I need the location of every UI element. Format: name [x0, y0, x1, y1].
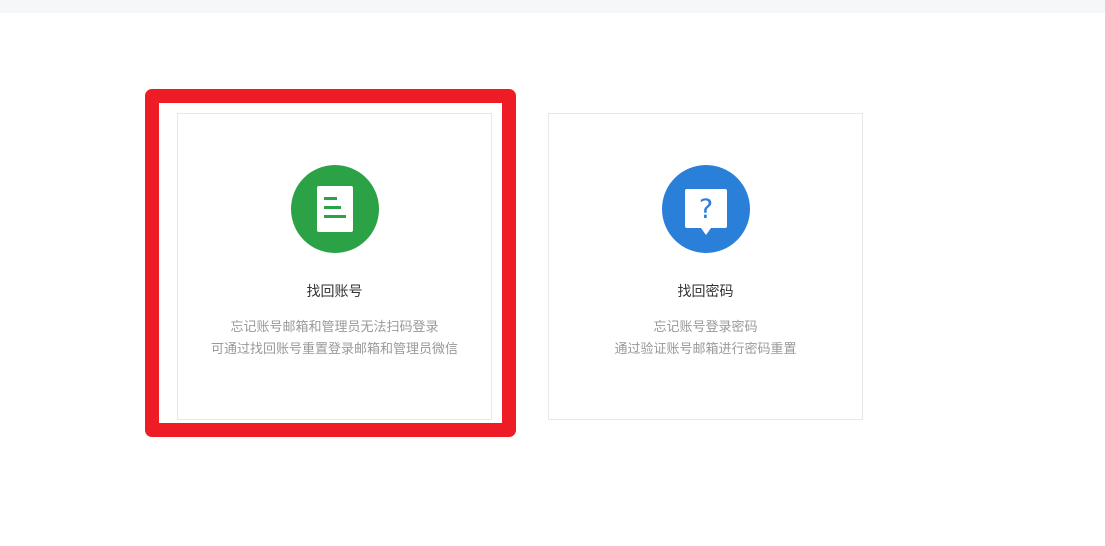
svg-text:?: ?: [698, 194, 712, 225]
card-description-line: 忘记账号登录密码: [653, 320, 758, 335]
card-title: 找回密码: [677, 284, 734, 300]
recover-password-card[interactable]: ? 找回密码 忘记账号登录密码 通过验证账号邮箱进行密码重置: [548, 113, 863, 420]
card-description: 忘记账号登录密码 通过验证账号邮箱进行密码重置: [549, 317, 862, 361]
recover-account-card[interactable]: 找回账号 忘记账号邮箱和管理员无法扫码登录 可通过找回账号重置登录邮箱和管理员微…: [177, 113, 492, 420]
card-description-line: 忘记账号邮箱和管理员无法扫码登录: [230, 320, 439, 335]
top-bar: [0, 0, 1105, 13]
question-bubble-icon: ?: [661, 165, 750, 253]
card-description-line: 可通过找回账号重置登录邮箱和管理员微信: [210, 342, 458, 357]
card-title: 找回账号: [306, 284, 363, 300]
card-description: 忘记账号邮箱和管理员无法扫码登录 可通过找回账号重置登录邮箱和管理员微信: [178, 317, 491, 361]
document-list-icon: [290, 165, 379, 253]
card-description-line: 通过验证账号邮箱进行密码重置: [614, 342, 797, 357]
